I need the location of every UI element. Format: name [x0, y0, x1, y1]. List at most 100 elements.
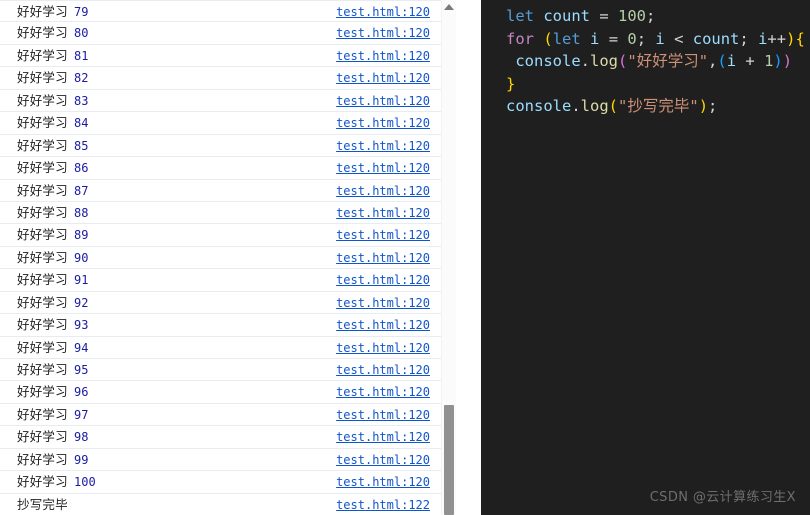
- console-message-row[interactable]: 好好学习 95 test.html:120: [0, 359, 456, 382]
- code-lines: let count = 100; for (let i = 0; i < coun…: [506, 5, 805, 118]
- console-message-row[interactable]: 好好学习 100 test.html:120: [0, 471, 456, 494]
- console-source-link[interactable]: test.html:120: [336, 247, 430, 268]
- console-message-count: 89: [74, 228, 89, 243]
- console-message-count: 82: [74, 71, 89, 86]
- console-message-text: 好好学习: [17, 160, 68, 176]
- code-token: ,: [708, 52, 718, 70]
- console-message-row[interactable]: 好好学习 98 test.html:120: [0, 426, 456, 449]
- console-message-count: 85: [74, 138, 89, 153]
- console-message-text: 好好学习: [17, 294, 68, 310]
- code-token: ): [698, 97, 709, 115]
- console-message-row[interactable]: 好好学习 84 test.html:120: [0, 112, 456, 135]
- code-token: console: [515, 52, 581, 70]
- console-message-row[interactable]: 好好学习 94 test.html:120: [0, 337, 456, 359]
- console-message-row[interactable]: 抄写完毕 test.html:122: [0, 494, 456, 515]
- console-message-row[interactable]: 好好学习 83 test.html:120: [0, 90, 456, 113]
- console-message-count: 94: [74, 340, 89, 355]
- console-source-link[interactable]: test.html:120: [336, 45, 430, 66]
- console-message-text: 好好学习: [17, 182, 68, 198]
- console-source-link[interactable]: test.html:120: [336, 22, 430, 43]
- console-source-link[interactable]: test.html:120: [336, 337, 430, 358]
- scrollbar-thumb[interactable]: [444, 405, 454, 515]
- console-message-text: 好好学习: [17, 92, 68, 108]
- console-source-link[interactable]: test.html:120: [336, 180, 430, 201]
- console-message-row[interactable]: 好好学习 79 test.html:120: [0, 0, 456, 23]
- code-token: 1: [764, 52, 774, 70]
- console-message-text: 好好学习: [17, 4, 68, 19]
- console-message-row[interactable]: 好好学习 85 test.html:120: [0, 135, 456, 158]
- console-message-row[interactable]: 好好学习 90 test.html:120: [0, 247, 456, 270]
- code-token: .: [571, 97, 581, 115]
- code-token: (: [717, 52, 727, 70]
- console-scrollbar[interactable]: [441, 0, 456, 515]
- console-message-row[interactable]: 好好学习 91 test.html:120: [0, 269, 456, 292]
- console-message-row[interactable]: 好好学习 81 test.html:120: [0, 45, 456, 68]
- console-message-row[interactable]: 好好学习 93 test.html:120: [0, 314, 456, 337]
- code-token: ;: [708, 97, 718, 115]
- code-line: console.log("抄写完毕");: [506, 95, 805, 118]
- code-token: 100: [618, 7, 647, 25]
- console-source-link[interactable]: test.html:120: [336, 112, 430, 133]
- code-token: {: [795, 29, 805, 48]
- code-token: ): [782, 52, 793, 70]
- console-message-row[interactable]: 好好学习 87 test.html:120: [0, 180, 456, 202]
- code-token: count: [543, 7, 591, 25]
- console-source-link[interactable]: test.html:120: [336, 269, 430, 290]
- console-message-text: 好好学习: [17, 204, 68, 220]
- code-token: ): [773, 52, 783, 70]
- devtools-console-panel: 好好学习 79 test.html:120 好好学习 80 test.html:120 好好…: [0, 0, 456, 515]
- code-token: =: [599, 29, 628, 48]
- console-source-link[interactable]: test.html:120: [336, 449, 430, 470]
- code-line: for (let i = 0; i < count; i++){: [506, 28, 805, 51]
- console-source-link[interactable]: test.html:120: [336, 1, 430, 21]
- code-token: let: [506, 7, 534, 25]
- console-source-link[interactable]: test.html:120: [336, 224, 430, 245]
- console-source-link[interactable]: test.html:120: [336, 426, 430, 447]
- console-message-row[interactable]: 好好学习 80 test.html:120: [0, 22, 456, 45]
- console-message-text: 好好学习: [17, 451, 68, 467]
- console-message-row[interactable]: 好好学习 88 test.html:120: [0, 202, 456, 225]
- console-message-count: 87: [74, 183, 89, 198]
- code-line: let count = 100;: [506, 5, 805, 28]
- code-editor-panel[interactable]: let count = 100; for (let i = 0; i < coun…: [481, 0, 810, 515]
- code-token: (: [543, 29, 553, 48]
- console-source-link[interactable]: test.html:120: [336, 90, 430, 111]
- console-message-row[interactable]: 好好学习 97 test.html:120: [0, 404, 456, 427]
- code-token: log: [580, 97, 609, 115]
- console-source-link[interactable]: test.html:120: [336, 314, 430, 335]
- console-message-row[interactable]: 好好学习 89 test.html:120: [0, 224, 456, 247]
- console-message-row[interactable]: 好好学习 99 test.html:120: [0, 449, 456, 472]
- code-token: console: [506, 97, 572, 115]
- console-source-link[interactable]: test.html:120: [336, 67, 430, 88]
- code-token: .: [580, 52, 591, 70]
- panel-divider: [456, 0, 481, 515]
- console-message-row[interactable]: 好好学习 82 test.html:120: [0, 67, 456, 90]
- console-source-link[interactable]: test.html:120: [336, 202, 430, 223]
- console-message-count: 97: [74, 407, 89, 422]
- console-source-link[interactable]: test.html:120: [336, 292, 430, 313]
- code-token: i: [726, 52, 737, 70]
- console-source-link[interactable]: test.html:122: [336, 494, 430, 515]
- code-token: i: [590, 29, 600, 48]
- code-token: }: [506, 74, 516, 93]
- console-message-count: 95: [74, 363, 89, 377]
- console-message-row[interactable]: 好好学习 96 test.html:120: [0, 381, 456, 404]
- code-line: console.log("好好学习",(i + 1)): [506, 50, 805, 73]
- console-message-row[interactable]: 好好学习 86 test.html:120: [0, 157, 456, 180]
- console-message-text: 好好学习: [17, 227, 68, 243]
- console-message-row[interactable]: 好好学习 92 test.html:120: [0, 292, 456, 315]
- console-message-count: 92: [74, 295, 89, 310]
- triangle-up-icon[interactable]: [444, 4, 454, 10]
- console-message-count: 98: [74, 430, 89, 445]
- console-source-link[interactable]: test.html:120: [336, 404, 430, 425]
- console-message-count: 88: [74, 205, 89, 220]
- console-source-link[interactable]: test.html:120: [336, 157, 430, 178]
- console-source-link[interactable]: test.html:120: [336, 381, 430, 402]
- console-source-link[interactable]: test.html:120: [336, 135, 430, 156]
- console-source-link[interactable]: test.html:120: [336, 471, 430, 492]
- code-token: =: [590, 7, 619, 25]
- console-source-link[interactable]: test.html:120: [336, 359, 430, 380]
